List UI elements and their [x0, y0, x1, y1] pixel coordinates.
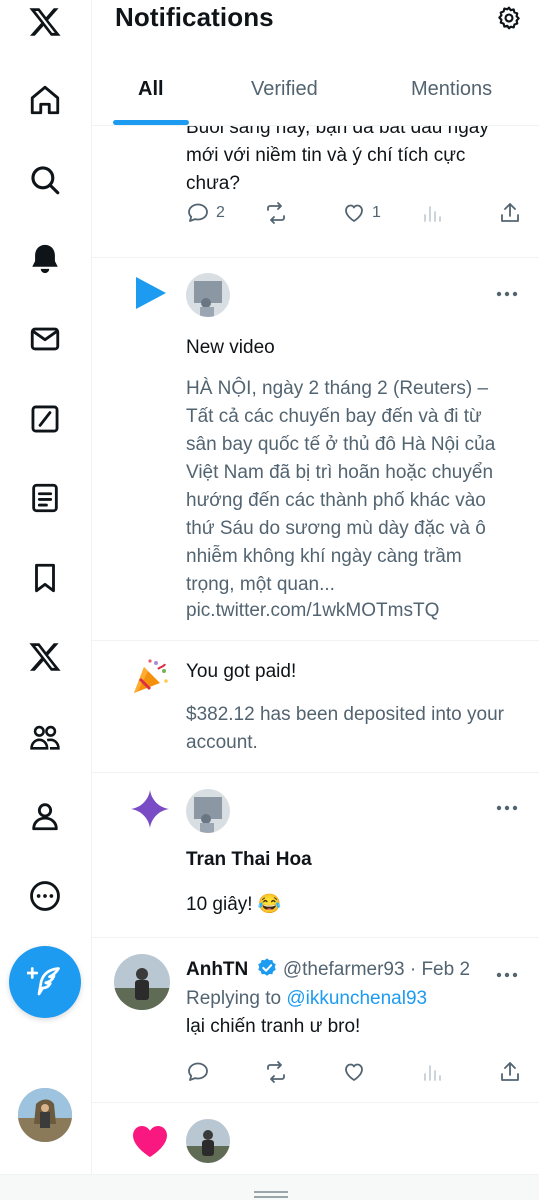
system-nav-bar [0, 1174, 539, 1200]
repost-icon [267, 1061, 285, 1083]
reply-icon [188, 203, 208, 222]
list-icon[interactable] [23, 476, 67, 520]
notification-body: $382.12 has been deposited into your acc… [186, 704, 504, 753]
more-circle-icon[interactable] [23, 874, 67, 918]
communities-icon[interactable] [23, 715, 67, 759]
reply-button[interactable]: 2 [186, 201, 225, 225]
bell-icon[interactable] [23, 237, 67, 281]
bookmark-icon[interactable] [23, 556, 67, 600]
list-item[interactable]: AnhTN @thefarmer93 · Feb 2 Replying to @… [92, 938, 539, 1103]
views-button[interactable] [420, 201, 444, 225]
replying-to-label: Replying to [186, 988, 282, 1009]
sidebar-nav [0, 0, 92, 1200]
reply-count: 2 [216, 204, 225, 221]
heart-filled-icon [130, 1121, 170, 1161]
post-header: AnhTN @thefarmer93 · Feb 2 [186, 956, 516, 984]
like-button[interactable]: 1 [342, 201, 381, 225]
heart-icon [345, 204, 363, 222]
more-options-icon[interactable] [495, 799, 519, 811]
sparkle-icon [130, 789, 170, 829]
share-button[interactable] [498, 1060, 522, 1084]
notification-heading: You got paid! [186, 661, 297, 682]
notifications-feed[interactable]: Buổi sáng nay, bạn đã bắt đầu ngày mới v… [92, 126, 539, 1174]
grok-icon[interactable] [23, 397, 67, 441]
media-link[interactable]: pic.twitter.com/1wkMOTmsTQ [186, 597, 516, 625]
post-text: lại chiến tranh ư bro! [186, 1016, 361, 1037]
analytics-icon [424, 1065, 441, 1081]
avatar[interactable] [114, 954, 170, 1010]
verified-badge-icon [257, 958, 276, 976]
notification-heading: New video [186, 337, 275, 358]
gear-icon[interactable] [496, 5, 522, 31]
notification-body: HÀ NỘI, ngày 2 tháng 2 (Reuters) – Tất c… [186, 378, 496, 595]
search-icon[interactable] [23, 158, 67, 202]
post-actions: 2 1 [186, 201, 521, 227]
repost-icon [267, 202, 285, 224]
list-item[interactable]: New video HÀ NỘI, ngày 2 tháng 2 (Reuter… [92, 258, 539, 641]
reply-button[interactable] [186, 1060, 210, 1084]
share-button[interactable] [498, 201, 522, 225]
tab-all[interactable]: All [138, 78, 164, 101]
replying-to-line: Replying to @ikkunchenal93 [186, 985, 516, 1013]
more-options-icon[interactable] [495, 285, 519, 297]
list-item[interactable]: Buổi sáng nay, bạn đã bắt đầu ngày mới v… [92, 126, 539, 258]
account-avatar[interactable] [18, 1088, 72, 1142]
replying-to-handle[interactable]: @ikkunchenal93 [286, 988, 427, 1009]
repost-button[interactable] [264, 1060, 288, 1084]
drag-handle-icon[interactable] [254, 1186, 288, 1198]
tab-mentions[interactable]: Mentions [411, 78, 492, 101]
home-icon[interactable] [23, 78, 67, 122]
play-icon [130, 273, 170, 313]
views-button[interactable] [420, 1060, 444, 1084]
tab-verified[interactable]: Verified [251, 78, 318, 101]
notifications-header: Notifications All Verified Mentions [92, 0, 539, 126]
list-item[interactable]: You got paid! $382.12 has been deposited… [92, 641, 539, 773]
user-name[interactable]: Tran Thai Hoa [186, 846, 516, 874]
post-actions [186, 1060, 521, 1086]
list-item[interactable]: Tran Thai Hoa 10 giây! 😂 [92, 773, 539, 938]
x-logo-icon[interactable] [23, 0, 67, 44]
post-text: 10 giây! 😂 [186, 894, 282, 915]
avatar[interactable] [186, 1119, 230, 1163]
like-button[interactable] [342, 1060, 366, 1084]
compose-post-button[interactable] [9, 946, 81, 1018]
avatar[interactable] [186, 273, 230, 317]
active-tab-indicator [113, 120, 189, 125]
x-icon[interactable] [23, 635, 67, 679]
post-date: · Feb 2 [409, 959, 471, 980]
share-icon [501, 203, 519, 222]
repost-button[interactable] [264, 201, 288, 225]
analytics-icon [424, 206, 441, 222]
heart-icon [345, 1063, 363, 1081]
profile-icon[interactable] [23, 794, 67, 838]
party-popper-icon [130, 657, 170, 697]
like-count: 1 [372, 204, 381, 221]
page-title: Notifications [115, 2, 274, 32]
avatar[interactable] [186, 789, 230, 833]
user-handle[interactable]: @thefarmer93 [283, 959, 405, 980]
list-item[interactable] [92, 1103, 539, 1174]
user-name[interactable]: AnhTN [186, 959, 248, 980]
mail-icon[interactable] [23, 317, 67, 361]
share-icon [501, 1062, 519, 1081]
more-options-icon[interactable] [495, 966, 519, 978]
reply-icon [188, 1062, 208, 1081]
post-text: Buổi sáng nay, bạn đã bắt đầu ngày mới v… [186, 126, 489, 194]
